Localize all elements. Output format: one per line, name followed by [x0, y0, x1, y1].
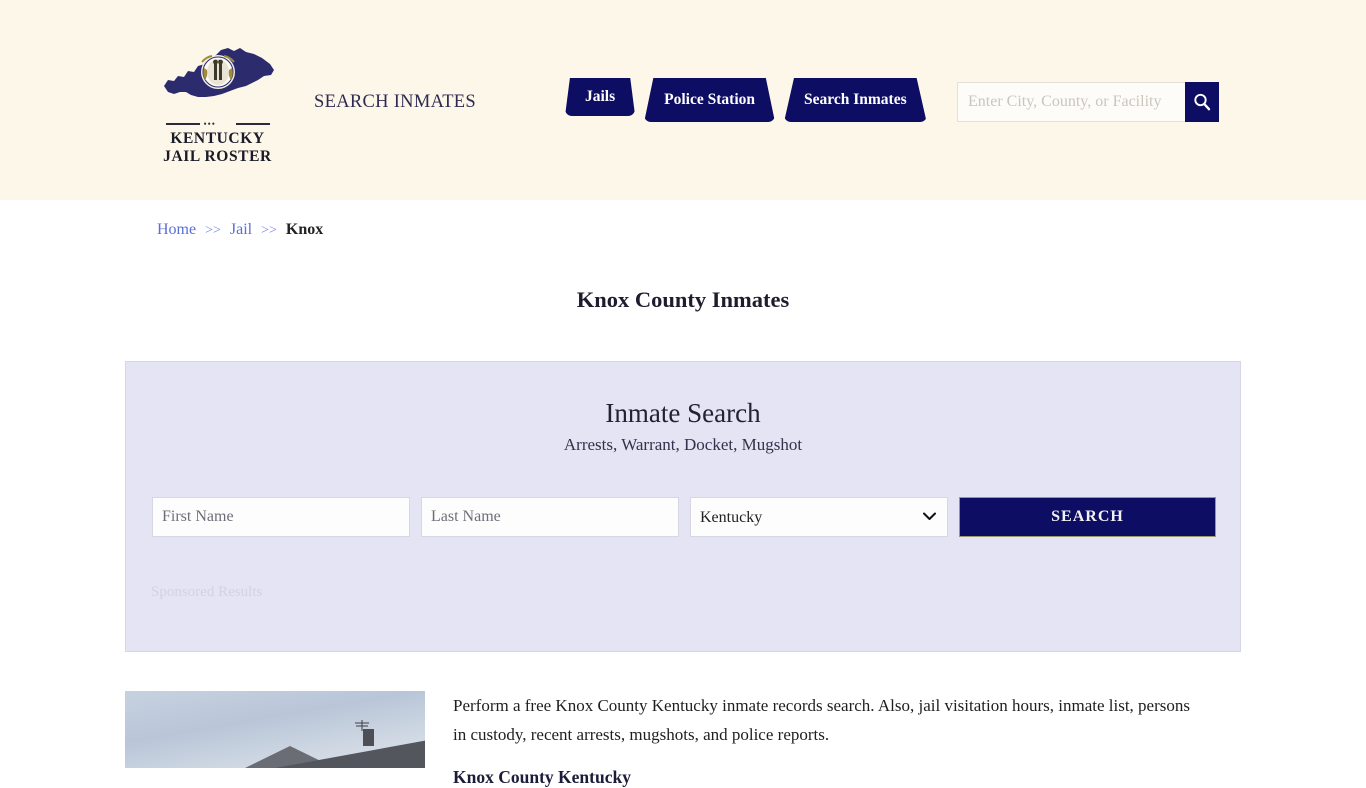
header-search-input[interactable] [957, 82, 1187, 122]
logo-divider: ••• [165, 119, 270, 129]
photo-antenna [355, 720, 369, 731]
state-select-wrap: Kentucky [690, 497, 948, 537]
logo-line-2: JAIL ROSTER [163, 148, 272, 165]
kentucky-state-map-icon [163, 48, 274, 97]
header-search-button[interactable] [1185, 82, 1219, 122]
nav-label-search-inmates: Search Inmates [804, 91, 907, 108]
inmate-search-panel: Inmate Search Arrests, Warrant, Docket, … [125, 361, 1241, 652]
nav-item-police-station[interactable]: Police Station [644, 78, 775, 122]
nav-label-police-station: Police Station [664, 91, 755, 108]
breadcrumb-jail[interactable]: Jail [230, 221, 252, 238]
photo-chimney [363, 729, 374, 746]
content-body: Perform a free Knox County Kentucky inma… [453, 691, 1205, 788]
inmate-search-submit-button[interactable]: SEARCH [959, 497, 1216, 537]
header-search-form [957, 82, 1219, 122]
state-select[interactable]: Kentucky [690, 497, 948, 537]
page-title: Knox County Inmates [576, 287, 790, 313]
content-subheading: Knox County Kentucky [453, 767, 631, 787]
site-logo[interactable]: ••• KENTUCKY JAIL ROSTER [155, 42, 280, 166]
panel-subtitle: Arrests, Warrant, Docket, Mugshot [563, 435, 803, 454]
site-header: ••• KENTUCKY JAIL ROSTER SEARCH INMATES … [0, 0, 1366, 200]
breadcrumb: Home >> Jail >> Knox [157, 221, 323, 239]
first-name-input[interactable] [152, 497, 410, 537]
logo-dots: ••• [203, 119, 216, 129]
breadcrumb-home[interactable]: Home [157, 221, 196, 238]
panel-title: Inmate Search [605, 398, 761, 428]
logo-line-1: KENTUCKY [170, 130, 265, 147]
nav-label-jails: Jails [585, 88, 616, 105]
breadcrumb-separator-1: >> [205, 223, 221, 238]
inmate-search-form: Kentucky SEARCH [152, 497, 1216, 537]
sponsored-results-label: Sponsored Results [151, 584, 263, 600]
jail-photo [125, 691, 425, 768]
nav-item-search-inmates[interactable]: Search Inmates [784, 78, 927, 122]
nav-item-jails[interactable]: Jails [565, 78, 636, 116]
breadcrumb-current: Knox [285, 221, 324, 238]
content-paragraph: Perform a free Knox County Kentucky inma… [453, 696, 1190, 744]
breadcrumb-separator-2: >> [261, 223, 277, 238]
last-name-input[interactable] [421, 497, 679, 537]
search-icon [1194, 93, 1211, 111]
main-nav: Jails Police Station Search Inmates [565, 78, 927, 126]
site-tagline: SEARCH INMATES [314, 92, 476, 112]
